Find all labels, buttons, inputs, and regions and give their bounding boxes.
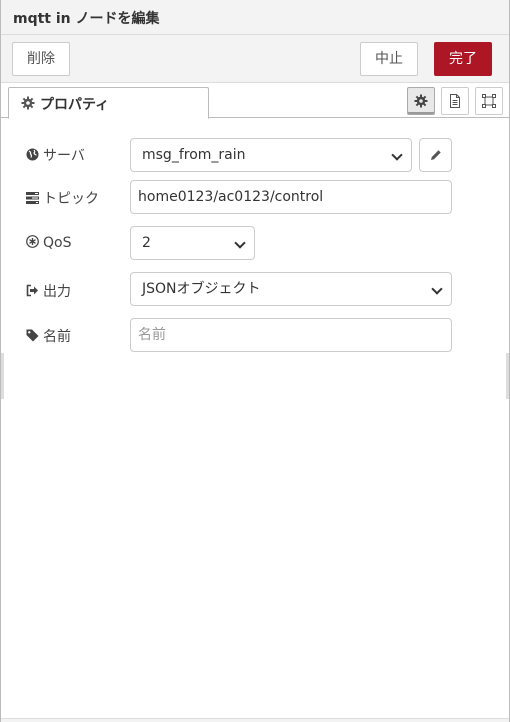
done-button[interactable]: 完了	[434, 42, 492, 76]
name-placeholder: 名前	[138, 327, 166, 343]
tray-toolbar: 削除 中止 完了	[1, 35, 509, 83]
topic-label: トピック	[26, 188, 99, 208]
document-icon	[450, 94, 460, 108]
description-tab-button[interactable]	[441, 87, 469, 115]
appearance-tab-button[interactable]	[475, 87, 503, 115]
output-select[interactable]: JSONオブジェクト	[130, 272, 452, 306]
topic-input[interactable]: home0123/ac0123/control	[130, 180, 452, 214]
tray-footer	[1, 718, 509, 722]
topic-value: home0123/ac0123/control	[138, 189, 324, 205]
tab-bar: プロパティ	[1, 83, 509, 119]
server-label: サーバ	[26, 145, 85, 165]
tray-title: mqtt in ノードを編集	[13, 11, 160, 27]
settings-tab-button[interactable]	[407, 87, 435, 115]
server-value: msg_from_rain	[142, 147, 246, 163]
server-select[interactable]: msg_from_rain	[130, 138, 412, 172]
tray-header: mqtt in ノードを編集	[1, 0, 509, 35]
resize-handle-left[interactable]	[1, 353, 4, 399]
pencil-icon	[431, 150, 441, 160]
tab-properties[interactable]: プロパティ	[8, 87, 209, 119]
delete-button[interactable]: 削除	[12, 42, 70, 76]
tasks-icon	[26, 192, 39, 204]
cancel-button[interactable]: 中止	[360, 42, 418, 76]
name-input[interactable]: 名前	[130, 318, 452, 352]
topic-label-text: トピック	[43, 191, 99, 207]
edit-tray: mqtt in ノードを編集 削除 中止 完了 プロパティ サーバ msg_fr…	[0, 0, 510, 722]
output-value: JSONオブジェクト	[142, 281, 261, 297]
asterisk-circle-icon	[26, 235, 39, 248]
gear-icon	[414, 94, 428, 108]
globe-icon	[26, 148, 39, 161]
name-label-text: 名前	[43, 329, 71, 345]
output-label: 出力	[26, 281, 71, 301]
qos-value: 2	[142, 235, 151, 251]
gear-icon	[21, 96, 35, 110]
server-label-text: サーバ	[43, 148, 85, 164]
frame-icon	[482, 94, 496, 108]
resize-handle-right[interactable]	[506, 353, 509, 399]
qos-label-text: QoS	[43, 235, 72, 251]
tag-icon	[26, 329, 39, 342]
tab-properties-label: プロパティ	[40, 97, 110, 113]
qos-label: QoS	[26, 235, 71, 251]
edit-server-button[interactable]	[419, 138, 452, 172]
sign-out-icon	[26, 284, 38, 297]
output-label-text: 出力	[43, 284, 71, 300]
qos-select[interactable]: 2	[130, 226, 255, 260]
name-label: 名前	[26, 326, 71, 346]
